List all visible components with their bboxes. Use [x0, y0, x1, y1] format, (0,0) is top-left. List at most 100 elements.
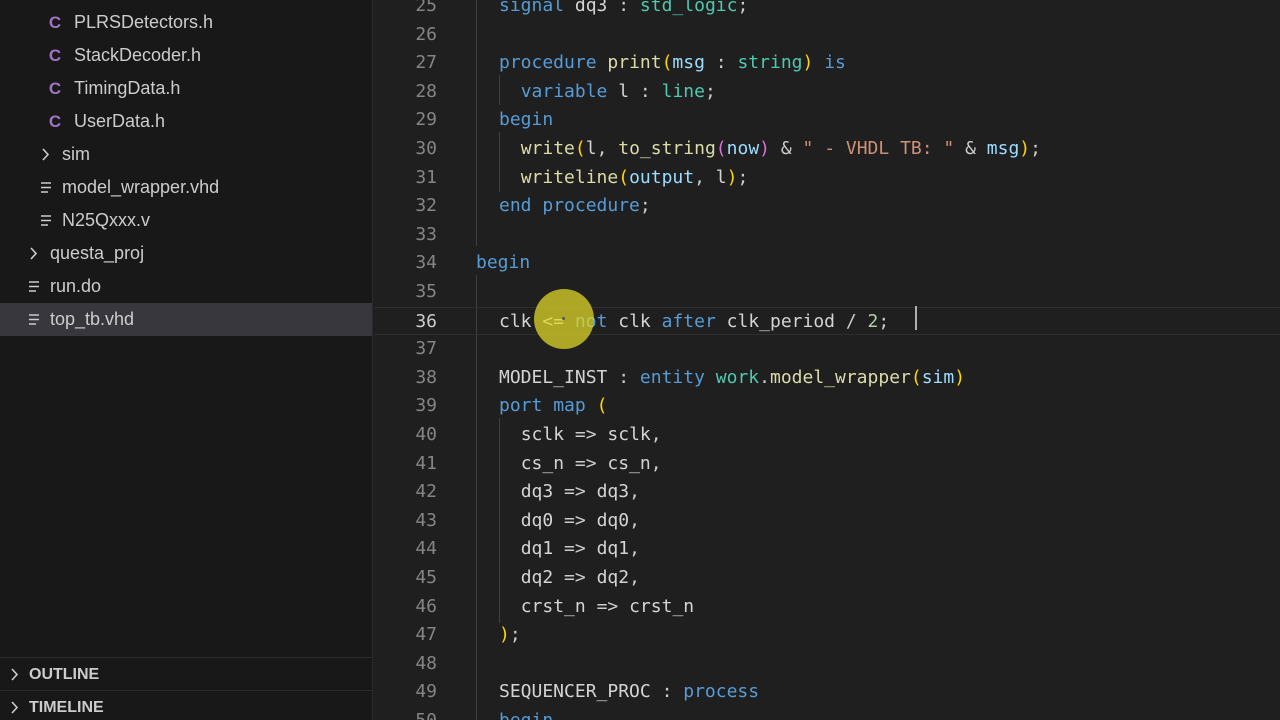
code-text: cs_n => cs_n, — [520, 452, 662, 474]
code-text: dq0 => dq0, — [520, 509, 640, 531]
line-number: 34 — [415, 252, 437, 274]
code-line[interactable]: 36clk <= not clk after clk_period / 2; — [374, 306, 1280, 336]
outline-label: OUTLINE — [29, 666, 100, 683]
line-number: 35 — [415, 281, 437, 302]
tree-item-label: questa_proj — [50, 243, 145, 263]
code-editor[interactable]: 25 signal dq3 : std_logic; 26 27 procedure p… — [374, 0, 1280, 720]
line-number: 36 — [415, 310, 437, 332]
code-line[interactable]: 34 begin — [374, 249, 1280, 278]
code-text: begin — [499, 707, 553, 720]
line-number: 50 — [374, 707, 437, 720]
tree-item[interactable]: C StackDecoder.h — [0, 39, 372, 72]
line-number: 37 — [415, 338, 437, 360]
tree-item[interactable]: sim — [0, 138, 372, 171]
code-text: begin — [499, 109, 554, 131]
code-line[interactable]: 26 — [374, 21, 1280, 50]
tree-item-label: top_tb.vhd — [50, 309, 135, 329]
explorer-sidebar: C PLRSDetectors.h C StackDecoder.h C TimingDa… — [0, 0, 373, 720]
c-file-icon: C — [48, 46, 62, 65]
tree-item[interactable]: top_tb.vhd — [0, 303, 372, 336]
line-number: 41 — [415, 452, 437, 474]
code-line[interactable]: 47); — [374, 621, 1280, 650]
code-text: end procedure; — [499, 195, 651, 217]
tree-item-label: model_wrapper.vhd — [62, 177, 220, 197]
text-file-icon — [29, 314, 39, 325]
line-number: 30 — [415, 138, 437, 159]
mouse-pointer — [562, 317, 565, 320]
c-file-icon: C — [48, 112, 62, 131]
code-line[interactable]: 40 sclk => sclk, — [374, 421, 1280, 450]
code-line[interactable]: 44 dq1 => dq1, — [374, 535, 1280, 564]
tree-item[interactable]: model_wrapper.vhd — [0, 171, 372, 204]
line-number: 39 — [415, 395, 437, 417]
tree-item[interactable]: C TimingData.h — [0, 72, 372, 105]
code-text: signal dq3 : std_logic; — [499, 0, 749, 16]
code-line[interactable]: 45 dq2 => dq2, — [374, 564, 1280, 593]
line-number: 29 — [415, 109, 437, 131]
line-number: 45 — [415, 567, 437, 588]
c-file-icon: C — [48, 13, 62, 32]
tree-item[interactable]: questa_proj — [0, 237, 372, 270]
tree-item-label: UserData.h — [74, 111, 166, 131]
code-line[interactable]: 42 dq3 => dq3, — [374, 478, 1280, 507]
timeline-label: TIMELINE — [29, 699, 104, 716]
text-file-icon — [41, 182, 51, 193]
tree-item[interactable]: C UserData.h — [0, 105, 372, 138]
code-text: variable l : line; — [520, 80, 716, 102]
code-line[interactable]: 25 signal dq3 : std_logic; — [374, 0, 1280, 21]
code-line[interactable]: 41 cs_n => cs_n, — [374, 450, 1280, 479]
code-line[interactable]: 30 write(l, to_string(now) & " - VHDL TB… — [374, 135, 1280, 164]
c-file-icon: C — [48, 79, 62, 98]
code-text: begin — [476, 252, 531, 274]
code-line[interactable]: 49 SEQUENCER_PROC : process — [374, 678, 1280, 707]
tree-item-label: N25Qxxx.v — [62, 210, 151, 230]
code-text: dq3 => dq3, — [520, 481, 640, 503]
code-text: dq2 => dq2, — [520, 567, 640, 588]
code-line[interactable]: 31 writeline(output, l); — [374, 164, 1280, 193]
timeline-panel-header[interactable]: TIMELINE — [0, 690, 372, 720]
line-number: 28 — [415, 80, 437, 102]
code-line[interactable]: 29 begin — [374, 106, 1280, 135]
line-number: 47 — [415, 624, 437, 646]
chevron-right-icon — [11, 701, 19, 714]
code-line[interactable]: 39 port map ( — [374, 392, 1280, 421]
code-text: SEQUENCER_PROC : process — [499, 681, 760, 703]
tree-item-label: PLRSDetectors.h — [74, 12, 214, 32]
tree-item[interactable]: run.do — [0, 270, 372, 303]
code-text: port map ( — [499, 395, 608, 417]
chevron-right-icon — [30, 247, 38, 260]
code-line[interactable]: 32 end procedure; — [374, 192, 1280, 221]
code-line[interactable]: 38 MODEL_INST : entity work.model_wrapper… — [374, 364, 1280, 393]
outline-panel-header[interactable]: OUTLINE — [0, 657, 372, 690]
text-file-icon — [41, 215, 51, 226]
line-number: 33 — [415, 223, 437, 245]
code-line[interactable]: 46 crst_n => crst_n — [374, 593, 1280, 622]
code-text: MODEL_INST : entity work.model_wrapper(s… — [499, 366, 966, 388]
tree-item[interactable]: N25Qxxx.v — [0, 204, 372, 237]
code-line[interactable]: 43 dq0 => dq0, — [374, 507, 1280, 536]
line-number: 43 — [415, 509, 437, 531]
line-number: 42 — [415, 481, 437, 503]
text-caret — [915, 306, 917, 330]
code-text: sclk => sclk, — [520, 424, 662, 445]
code-line[interactable]: 28 variable l : line; — [374, 78, 1280, 107]
code-text: procedure print(msg : string) is — [499, 52, 846, 74]
line-number: 26 — [415, 23, 437, 45]
code-line[interactable]: 50 begin — [374, 707, 1280, 720]
line-number: 32 — [415, 195, 437, 217]
chevron-right-icon — [42, 148, 50, 161]
code-line[interactable]: 37 — [374, 335, 1280, 364]
code-line[interactable]: 48 — [374, 650, 1280, 679]
code-text: ); — [499, 624, 521, 646]
line-number: 44 — [415, 538, 437, 560]
chevron-right-icon — [11, 668, 19, 681]
line-number: 27 — [415, 52, 437, 74]
code-line[interactable]: 35 — [374, 278, 1280, 307]
line-number: 40 — [415, 424, 437, 445]
text-file-icon — [29, 281, 39, 292]
tree-item[interactable]: C PLRSDetectors.h — [0, 6, 372, 39]
code-line[interactable]: 27 procedure print(msg : string) is — [374, 49, 1280, 78]
tree-item-label: run.do — [50, 276, 102, 296]
tree-item-label: TimingData.h — [74, 78, 181, 98]
code-line[interactable]: 33 — [374, 221, 1280, 250]
